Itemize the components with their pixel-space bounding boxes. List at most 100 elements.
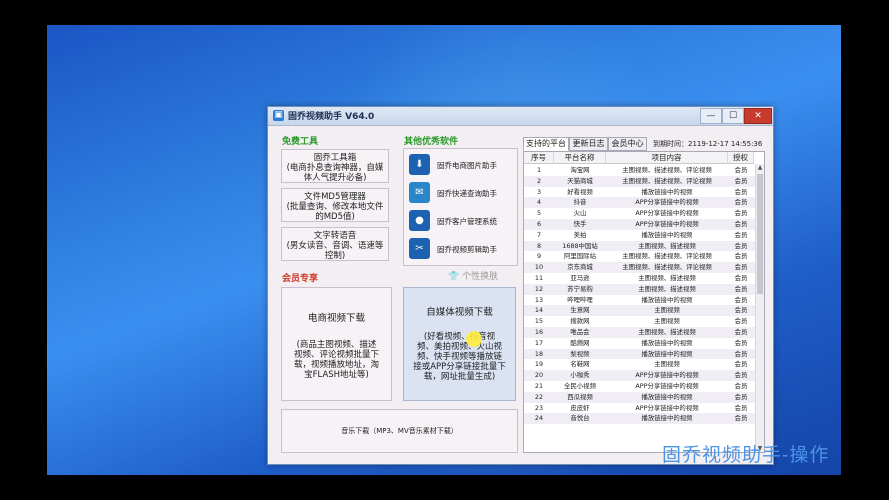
tab-supported-platforms[interactable]: 支持的平台 [523, 137, 569, 151]
cell-platform: 好看视频 [567, 187, 593, 196]
ecommerce-desc-line: (商品主图视频、描述 [296, 340, 377, 350]
maximize-button[interactable]: ☐ [722, 108, 744, 124]
cell-auth: 会员 [734, 284, 748, 293]
cell-platform: 淘宝网 [570, 166, 590, 174]
toolbox-desc-2: 体人气提升必备) [303, 173, 367, 183]
table-row[interactable]: 1 淘宝网 主图视频、描述视频、评论视频 会员 [524, 165, 756, 176]
cell-index: 14 [534, 306, 544, 315]
cell-content: 播放链接中的视频 [641, 338, 693, 347]
scroll-up-icon[interactable]: ▲ [756, 164, 764, 171]
app-window: ▣ 固乔视频助手 V64.0 — ☐ ✕ 免费工具 固乔工具箱 (电商扑息查询神… [267, 106, 774, 465]
tab-member-center[interactable]: 会员中心 [608, 137, 647, 151]
cell-platform: 西瓜视频 [567, 392, 593, 401]
cell-index: 10 [534, 263, 544, 272]
cell-platform: 生意网 [570, 306, 590, 315]
media-desc-line: 接或APP分享链接批量下 [413, 362, 506, 372]
table-row[interactable]: 9 阿里国际站 主图视频、描述视频、评论视频 会员 [524, 251, 756, 262]
cell-platform: 哔哩哔哩 [567, 295, 593, 304]
ecommerce-video-download-button[interactable]: 电商视频下载 (商品主图视频、描述 视频、评论视频批量下 载，视频播放地址，淘 … [281, 287, 392, 401]
tab-changelog[interactable]: 更新日志 [569, 137, 608, 151]
video-editor-button[interactable]: ✂ 固乔视频剪辑助手 [409, 238, 513, 260]
cell-platform: 天猫商城 [567, 176, 593, 185]
table-row[interactable]: 11 亚马逊 主图视频、描述视频 会员 [524, 273, 756, 284]
cell-auth: 会员 [734, 220, 748, 228]
cell-content: APP分享链接中的视频 [635, 220, 699, 228]
cell-auth: 会员 [734, 414, 748, 423]
cell-platform: 阿里国际站 [564, 252, 596, 261]
col-header-platform[interactable]: 平台名称 [554, 152, 606, 164]
cell-index: 7 [536, 230, 542, 239]
image-helper-label: 固乔电商图片助手 [437, 161, 497, 170]
table-row[interactable]: 18 梨视频 播放链接中的视频 会员 [524, 348, 756, 360]
table-row[interactable]: 2 天猫商城 主图视频、描述视频、评论视频 会员 [524, 175, 756, 187]
cell-content: 主图视频、描述视频 [638, 284, 696, 293]
tts-title: 文字转语音 [313, 231, 357, 241]
close-button[interactable]: ✕ [744, 108, 772, 124]
cell-platform: 抖音 [573, 198, 587, 207]
table-row[interactable]: 16 唯品会 主图视频、描述视频 会员 [524, 327, 756, 338]
cell-content: 播放链接中的视频 [641, 295, 693, 304]
table-row[interactable]: 5 火山 APP分享链接中的视频 会员 [524, 208, 756, 219]
cell-content: APP分享链接中的视频 [635, 371, 699, 380]
col-header-index[interactable]: 序号 [524, 152, 554, 164]
col-header-auth[interactable]: 授权 [728, 152, 754, 164]
skin-button[interactable]: 👕 个性换肤 [448, 269, 498, 282]
table-row[interactable]: 8 1688中国站 主图视频、描述视频 会员 [524, 240, 756, 252]
image-helper-button[interactable]: ⬇ 固乔电商图片助手 [409, 154, 513, 176]
table-row[interactable]: 14 生意网 主图视频 会员 [524, 305, 756, 317]
cell-auth: 会员 [734, 349, 748, 358]
table-row[interactable]: 21 全民小视频 APP分享链接中的视频 会员 [524, 381, 756, 392]
cell-content: 播放链接中的视频 [641, 187, 693, 196]
table-row[interactable]: 23 皮皮虾 APP分享链接中的视频 会员 [524, 403, 756, 414]
other-software-heading: 其他优秀软件 [404, 137, 459, 147]
cell-content: 主图视频、描述视频、评论视频 [622, 166, 712, 174]
cell-content: 主图视频、描述视频 [638, 241, 696, 250]
cell-index: 4 [536, 198, 542, 207]
cell-index: 15 [534, 317, 544, 326]
cell-index: 20 [534, 371, 544, 380]
table-row[interactable]: 24 音悦台 播放链接中的视频 会员 [524, 413, 756, 425]
cell-platform: 名鞋网 [570, 360, 590, 369]
table-row[interactable]: 17 酷燃网 播放链接中的视频 会员 [524, 338, 756, 349]
title-bar[interactable]: ▣ 固乔视频助手 V64.0 — ☐ ✕ [268, 107, 773, 126]
table-row[interactable]: 6 快手 APP分享链接中的视频 会员 [524, 219, 756, 230]
table-row[interactable]: 22 西瓜视频 播放链接中的视频 会员 [524, 391, 756, 403]
col-header-content[interactable]: 项目内容 [606, 152, 728, 164]
table-row[interactable]: 12 苏宁易购 主图视频、描述视频 会员 [524, 283, 756, 295]
cell-index: 5 [536, 209, 542, 218]
table-row[interactable]: 20 小咖秀 APP分享链接中的视频 会员 [524, 370, 756, 381]
courier-helper-button[interactable]: ✉ 固乔快递查询助手 [409, 182, 513, 204]
other-software-panel: ⬇ 固乔电商图片助手 ✉ 固乔快递查询助手 ● 固乔客户管理系统 ✂ 固乔视频剪… [403, 148, 518, 266]
table-row[interactable]: 4 抖音 APP分享链接中的视频 会员 [524, 197, 756, 209]
cell-platform: 京东商城 [567, 263, 593, 272]
cell-auth: 会员 [734, 392, 748, 401]
cell-content: 主图视频 [654, 306, 680, 315]
media-desc-line: (好看视频、抖音视 [423, 332, 496, 342]
scroll-thumb[interactable] [757, 174, 763, 294]
text-to-speech-button[interactable]: 文字转语音 (男女读音、音调、语速等 控制) [281, 227, 389, 261]
minimize-button[interactable]: — [700, 108, 722, 124]
crm-button[interactable]: ● 固乔客户管理系统 [409, 210, 513, 232]
table-scrollbar[interactable]: ▲ ▼ [755, 164, 764, 452]
cell-platform: 皮皮虾 [570, 403, 590, 412]
cell-content: 主图视频 [654, 360, 680, 369]
courier-icon: ✉ [409, 182, 430, 203]
cell-index: 13 [534, 295, 544, 304]
table-row[interactable]: 19 名鞋网 主图视频 会员 [524, 359, 756, 370]
toolbox-button[interactable]: 固乔工具箱 (电商扑息查询神器，自媒 体人气提升必备) [281, 149, 389, 183]
media-video-download-button[interactable]: 自媒体视频下载 (好看视频、抖音视 频、美拍视频、火山视 频、快手视频等播放链 … [403, 287, 516, 401]
cell-index: 19 [534, 360, 544, 369]
md5-manager-button[interactable]: 文件MD5管理器 (批量查询、修改本地文件 的MD5值) [281, 188, 389, 222]
skin-label: 个性换肤 [462, 272, 499, 282]
table-row[interactable]: 15 搜款网 主图视频 会员 [524, 316, 756, 327]
table-row[interactable]: 7 美拍 播放链接中的视频 会员 [524, 230, 756, 241]
table-row[interactable]: 13 哔哩哔哩 播放链接中的视频 会员 [524, 295, 756, 306]
cell-auth: 会员 [734, 198, 748, 207]
table-row[interactable]: 10 京东商城 主图视频、描述视频、评论视频 会员 [524, 262, 756, 273]
music-download-button[interactable]: 音乐下载（MP3、MV音乐素材下载） [281, 409, 518, 453]
media-desc-line: 频、美拍视频、火山视 [416, 342, 502, 352]
table-row[interactable]: 3 好看视频 播放链接中的视频 会员 [524, 187, 756, 198]
cell-platform: 梨视频 [570, 349, 590, 358]
desktop-screen: ▣ 固乔视频助手 V64.0 — ☐ ✕ 免费工具 固乔工具箱 (电商扑息查询神… [47, 25, 841, 475]
cell-content: 主图视频、描述视频 [638, 274, 696, 282]
